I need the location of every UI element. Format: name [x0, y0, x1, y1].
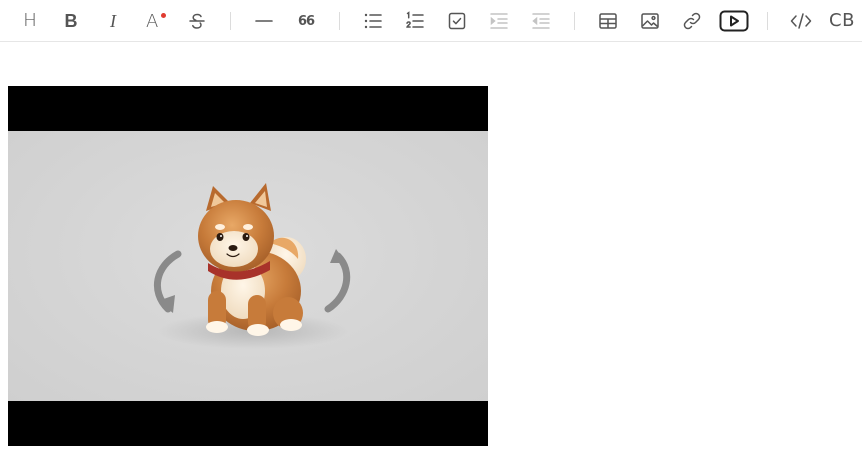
code-button[interactable]: [787, 7, 815, 35]
checkbox-icon: [448, 12, 466, 30]
heading-button[interactable]: H: [16, 7, 44, 35]
toolbar-separator: [574, 12, 575, 30]
horizontal-rule-icon: [255, 20, 273, 22]
indent-button[interactable]: [485, 7, 513, 35]
font-color-dot: [161, 13, 166, 18]
italic-icon: I: [110, 11, 116, 31]
toolbar-separator: [339, 12, 340, 30]
link-icon: [683, 12, 701, 30]
bold-button[interactable]: B: [57, 7, 85, 35]
bullet-list-icon: [364, 13, 382, 29]
table-button[interactable]: [594, 7, 622, 35]
code-block-icon: CB: [829, 10, 855, 31]
quote-button[interactable]: 66: [292, 7, 320, 35]
shiba-inu-dog-icon: [154, 183, 351, 349]
video-play-icon: [719, 10, 749, 32]
horizontal-rule-button[interactable]: [250, 7, 278, 35]
strikethrough-icon: [189, 13, 205, 29]
task-list-button[interactable]: [443, 7, 471, 35]
video-button[interactable]: [716, 7, 752, 35]
outdent-button[interactable]: [527, 7, 555, 35]
heading-icon: H: [23, 10, 37, 31]
strikethrough-button[interactable]: [183, 7, 211, 35]
image-button[interactable]: [636, 7, 664, 35]
italic-button[interactable]: I: [99, 7, 127, 35]
code-block-button[interactable]: CB: [828, 7, 856, 35]
video-thumbnail: [8, 131, 488, 401]
toolbar-separator: [230, 12, 231, 30]
table-icon: [599, 13, 617, 29]
code-icon: [790, 13, 812, 29]
outdent-icon: [532, 13, 550, 29]
bullet-list-button[interactable]: [359, 7, 387, 35]
numbered-list-button[interactable]: [401, 7, 429, 35]
image-icon: [641, 13, 659, 29]
font-color-icon: A: [145, 11, 166, 32]
toolbar-separator: [767, 12, 768, 30]
quote-icon: 66: [297, 13, 315, 29]
link-button[interactable]: [678, 7, 706, 35]
bold-icon: B: [64, 11, 78, 31]
embedded-video[interactable]: [8, 86, 488, 446]
numbered-list-icon: [406, 11, 424, 28]
font-color-button[interactable]: A: [141, 7, 169, 35]
indent-icon: [490, 13, 508, 29]
editor-toolbar: H B I A 66 CB: [0, 0, 862, 42]
